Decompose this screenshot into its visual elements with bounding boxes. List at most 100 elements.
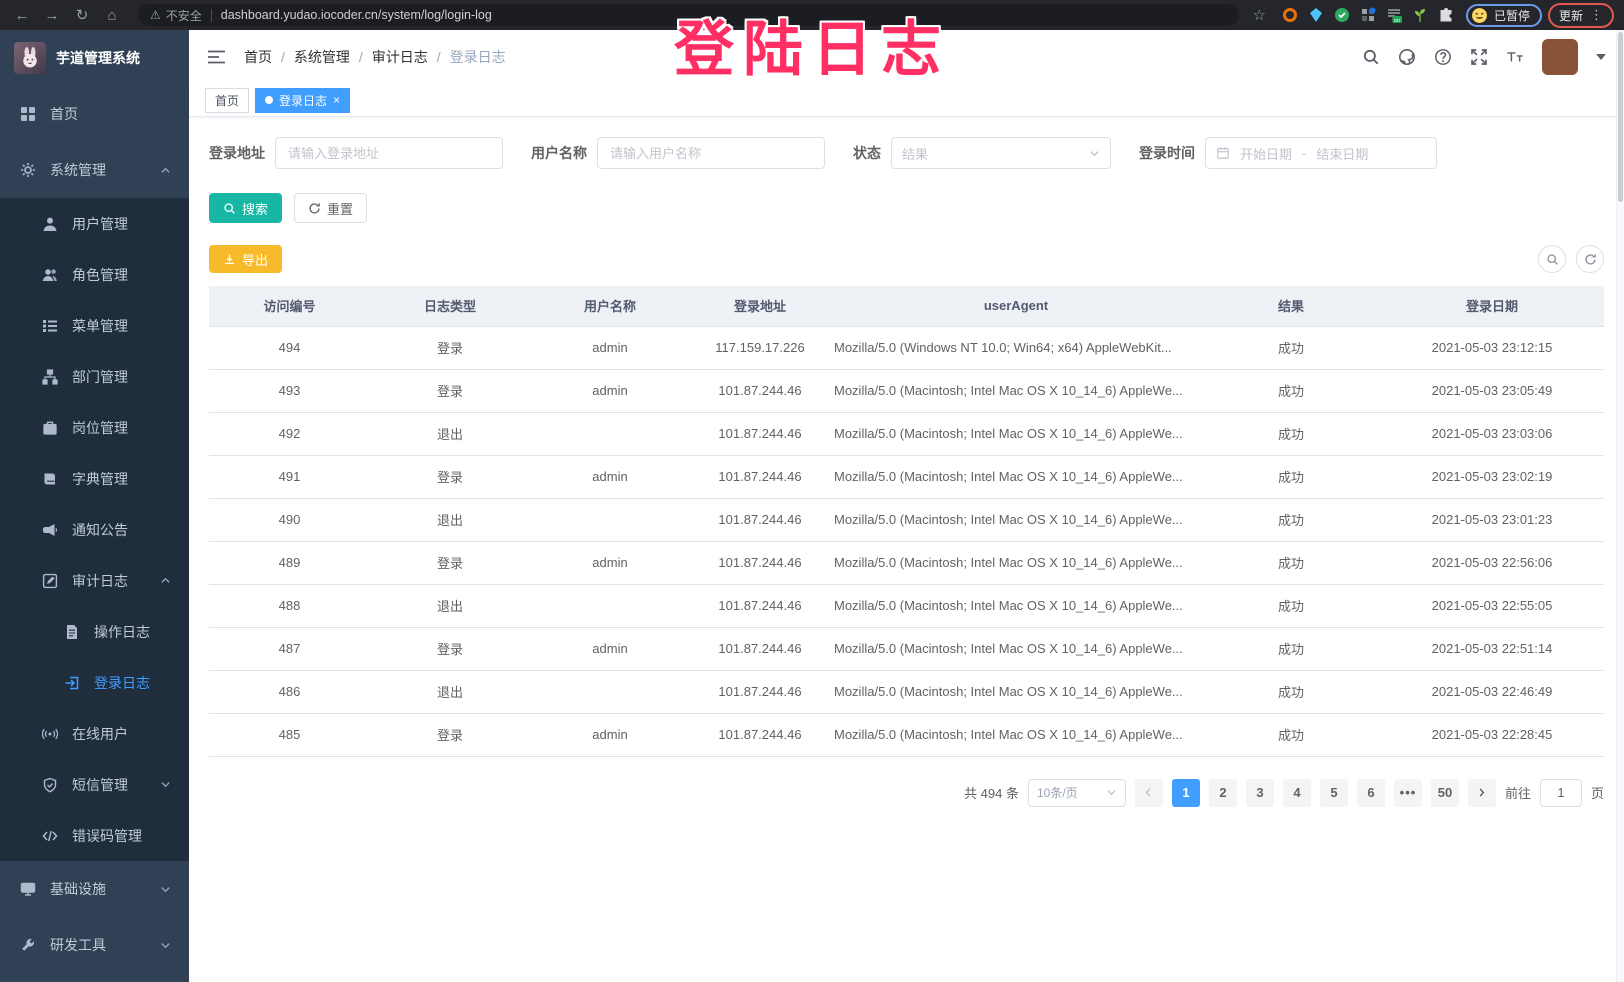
browser-menu-icon[interactable]: ⋮ (1590, 7, 1603, 23)
sidebar-item-user-mgmt[interactable]: 用户管理 (0, 198, 189, 249)
cell-ip: 101.87.244.46 (690, 541, 830, 584)
sidebar-item-label: 研发工具 (50, 935, 106, 955)
browser-update-button[interactable]: 更新 ⋮ (1548, 3, 1614, 28)
sidebar-item-audit-log[interactable]: 审计日志 (0, 555, 189, 606)
page-more-button[interactable]: ••• (1394, 779, 1422, 807)
column-header: 登录地址 (690, 286, 830, 326)
ext-list-on-icon[interactable]: on (1386, 7, 1402, 23)
scrollbar-thumb[interactable] (1618, 32, 1623, 202)
table-row[interactable]: 492退出101.87.244.46Mozilla/5.0 (Macintosh… (209, 412, 1604, 455)
tag-首页[interactable]: 首页 (205, 88, 249, 113)
cell-time: 2021-05-03 22:28:45 (1380, 713, 1604, 756)
username-input[interactable] (597, 137, 825, 169)
browser-profile-chip[interactable]: 已暂停 (1466, 4, 1542, 27)
reset-button[interactable]: 重置 (294, 193, 367, 223)
login-address-input[interactable] (275, 137, 503, 169)
search-icon[interactable] (1362, 48, 1380, 66)
sidebar-item-system-mgmt[interactable]: 系统管理 (0, 142, 189, 198)
sidebar-item-notice[interactable]: 通知公告 (0, 504, 189, 555)
sidebar-item-label: 错误码管理 (72, 826, 142, 846)
sidebar-item-label: 系统管理 (50, 160, 106, 180)
page-size-select[interactable]: 10条/页 (1028, 779, 1126, 807)
sidebar-item-post-mgmt[interactable]: 岗位管理 (0, 402, 189, 453)
browser-reload-icon[interactable]: ↻ (70, 6, 94, 24)
sidebar-item-sms-mgmt[interactable]: 短信管理 (0, 759, 189, 810)
refresh-table-button[interactable] (1576, 245, 1604, 273)
breadcrumb-item[interactable]: 审计日志 (372, 47, 428, 67)
sidebar-item-errcode-mgmt[interactable]: 错误码管理 (0, 810, 189, 861)
browser-home-icon[interactable]: ⌂ (100, 7, 124, 24)
table-row[interactable]: 494登录admin117.159.17.226Mozilla/5.0 (Win… (209, 326, 1604, 369)
tag-close-icon[interactable]: × (333, 94, 340, 106)
fullscreen-icon[interactable] (1470, 48, 1488, 66)
table-row[interactable]: 490退出101.87.244.46Mozilla/5.0 (Macintosh… (209, 498, 1604, 541)
caret-down-icon[interactable] (1596, 54, 1606, 60)
cell-agent: Mozilla/5.0 (Macintosh; Intel Mac OS X 1… (830, 670, 1202, 713)
page-scrollbar[interactable] (1616, 30, 1624, 982)
ext-grid-icon[interactable] (1360, 7, 1376, 23)
sidebar-item-dev-tool[interactable]: 研发工具 (0, 917, 189, 973)
sidebar-item-dept-mgmt[interactable]: 部门管理 (0, 351, 189, 402)
app-logo: 芋道管理系统 (0, 30, 189, 86)
ext-blue-icon[interactable] (1308, 7, 1324, 23)
browser-back-icon[interactable]: ← (10, 7, 34, 24)
status-select[interactable]: 结果 (891, 137, 1111, 169)
cell-ip: 101.87.244.46 (690, 713, 830, 756)
prev-page-button[interactable] (1135, 779, 1163, 807)
table-row[interactable]: 486退出101.87.244.46Mozilla/5.0 (Macintosh… (209, 670, 1604, 713)
table-row[interactable]: 489登录admin101.87.244.46Mozilla/5.0 (Maci… (209, 541, 1604, 584)
page-button-50[interactable]: 50 (1431, 779, 1459, 807)
page-button-6[interactable]: 6 (1357, 779, 1385, 807)
breadcrumb-item[interactable]: 系统管理 (294, 47, 350, 67)
github-icon[interactable] (1398, 48, 1416, 66)
sidebar-item-operate-log[interactable]: 操作日志 (0, 606, 189, 657)
profile-badge-label: 已暂停 (1494, 7, 1530, 24)
sidebar-item-home[interactable]: 首页 (0, 86, 189, 142)
sidebar-menu: 首页系统管理用户管理角色管理菜单管理部门管理岗位管理字典管理通知公告审计日志操作… (0, 86, 189, 973)
cell-ip: 101.87.244.46 (690, 412, 830, 455)
cell-id: 487 (209, 627, 370, 670)
ext-orange-icon[interactable] (1282, 7, 1298, 23)
search-button[interactable]: 搜索 (209, 193, 282, 223)
cell-user: admin (530, 713, 690, 756)
ext-plant-icon[interactable] (1412, 7, 1428, 23)
sidebar-item-role-mgmt[interactable]: 角色管理 (0, 249, 189, 300)
chevron-right-icon (1476, 787, 1487, 798)
sidebar-item-infra[interactable]: 基础设施 (0, 861, 189, 917)
bookmark-star-icon[interactable]: ☆ (1253, 6, 1266, 24)
login-time-range-picker[interactable]: 开始日期 - 结束日期 (1205, 137, 1437, 169)
signal-icon (42, 726, 60, 742)
table-row[interactable]: 491登录admin101.87.244.46Mozilla/5.0 (Maci… (209, 455, 1604, 498)
table-row[interactable]: 487登录admin101.87.244.46Mozilla/5.0 (Maci… (209, 627, 1604, 670)
sidebar-item-online-user[interactable]: 在线用户 (0, 708, 189, 759)
export-button[interactable]: 导出 (209, 245, 282, 273)
sidebar-item-login-log[interactable]: 登录日志 (0, 657, 189, 708)
user-avatar[interactable] (1542, 39, 1578, 75)
ext-green-icon[interactable] (1334, 7, 1350, 23)
ext-puzzle-icon[interactable] (1438, 7, 1454, 23)
breadcrumb-item[interactable]: 首页 (244, 47, 272, 67)
breadcrumb: 首页/系统管理/审计日志/登录日志 (244, 47, 506, 67)
browser-forward-icon[interactable]: → (40, 7, 64, 24)
page-button-4[interactable]: 4 (1283, 779, 1311, 807)
tag-登录日志[interactable]: 登录日志× (255, 88, 350, 113)
page-button-2[interactable]: 2 (1209, 779, 1237, 807)
hamburger-icon[interactable] (207, 49, 226, 65)
url-bar[interactable]: ⚠ 不安全 dashboard.yudao.iocoder.cn/system/… (138, 4, 1239, 26)
sidebar-item-menu-mgmt[interactable]: 菜单管理 (0, 300, 189, 351)
table-row[interactable]: 485登录admin101.87.244.46Mozilla/5.0 (Maci… (209, 713, 1604, 756)
goto-page-input[interactable] (1540, 779, 1582, 807)
next-page-button[interactable] (1468, 779, 1496, 807)
cell-result: 成功 (1202, 326, 1380, 369)
page-button-1[interactable]: 1 (1172, 779, 1200, 807)
page-button-3[interactable]: 3 (1246, 779, 1274, 807)
org-tree-icon (42, 369, 60, 385)
cell-id: 490 (209, 498, 370, 541)
help-icon[interactable] (1434, 48, 1452, 66)
table-row[interactable]: 488退出101.87.244.46Mozilla/5.0 (Macintosh… (209, 584, 1604, 627)
font-size-icon[interactable] (1506, 48, 1524, 66)
sidebar-item-dict-mgmt[interactable]: 字典管理 (0, 453, 189, 504)
table-row[interactable]: 493登录admin101.87.244.46Mozilla/5.0 (Maci… (209, 369, 1604, 412)
toggle-search-button[interactable] (1538, 245, 1566, 273)
page-button-5[interactable]: 5 (1320, 779, 1348, 807)
